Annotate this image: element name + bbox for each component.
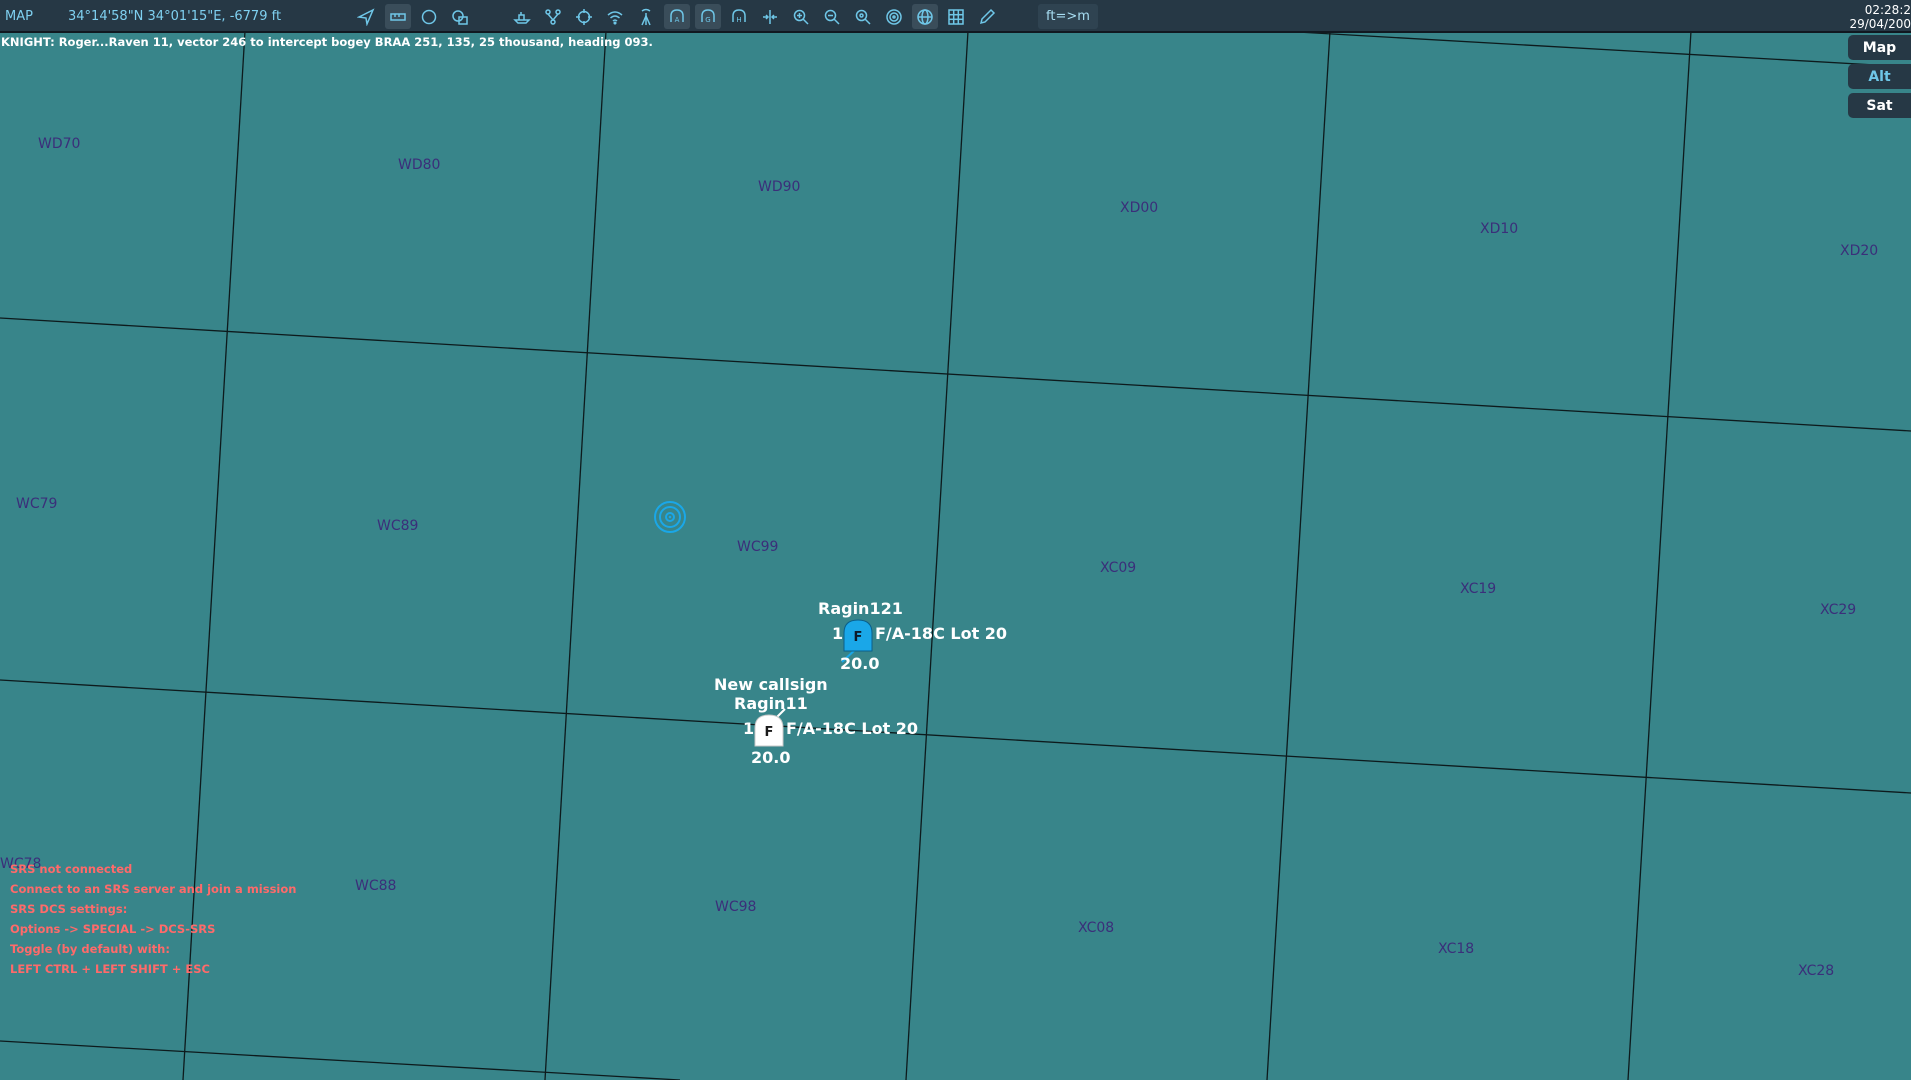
srs-options-line: Options -> SPECIAL -> DCS-SRS	[10, 922, 216, 936]
grid-label-wc99: WC99	[737, 539, 778, 555]
srs-toggle-line: Toggle (by default) with:	[10, 942, 170, 956]
antenna-icon[interactable]	[633, 4, 659, 29]
svg-text:A: A	[675, 16, 680, 24]
unit-ragin121-symbol: F	[854, 630, 863, 645]
grid-label-xd10: XD10	[1480, 221, 1518, 237]
svg-text:H: H	[736, 16, 741, 24]
grid-icon[interactable]	[943, 4, 969, 29]
grid-label-wc79: WC79	[16, 496, 57, 512]
pen-icon[interactable]	[974, 4, 1000, 29]
zoom-out-icon[interactable]	[819, 4, 845, 29]
grid-label-xd00: XD00	[1120, 200, 1158, 216]
clock-date: 29/04/200	[1849, 17, 1911, 31]
grid-label-xc08: XC08	[1078, 920, 1114, 936]
unit-ragin121-type: F/A-18C Lot 20	[875, 624, 1007, 643]
grid-label-xd20: XD20	[1840, 243, 1878, 259]
map-layer-button[interactable]: Map	[1848, 35, 1911, 60]
sat-layer-button[interactable]: Sat	[1848, 93, 1911, 118]
zoom-fit-icon[interactable]	[850, 4, 876, 29]
grid-label-wc88: WC88	[355, 878, 396, 894]
srs-status-line: SRS not connected	[10, 862, 133, 876]
unit-ragin11-type: F/A-18C Lot 20	[786, 719, 918, 738]
grid-label-xc29: XC29	[1820, 602, 1856, 618]
layers-icon[interactable]	[447, 4, 473, 29]
unit-ragin121-altitude: 20.0	[840, 654, 879, 673]
target-icon[interactable]	[881, 4, 907, 29]
grid-label-wd90: WD90	[758, 179, 800, 195]
alt-layer-button[interactable]: Alt	[1848, 64, 1911, 89]
unit-ragin11-symbol: F	[765, 725, 774, 740]
grid-label-wd80: WD80	[398, 157, 440, 173]
navigate-icon[interactable]	[353, 4, 379, 29]
srs-hint-line: Connect to an SRS server and join a miss…	[10, 882, 297, 896]
aircraft-h-icon[interactable]: H	[726, 4, 752, 29]
split-icon[interactable]	[757, 4, 783, 29]
wifi-icon[interactable]	[602, 4, 628, 29]
aircraft-a-icon[interactable]: A	[664, 4, 690, 29]
route-icon[interactable]	[540, 4, 566, 29]
target-marker-icon[interactable]	[654, 501, 686, 533]
circle-icon[interactable]	[416, 4, 442, 29]
ruler-icon[interactable]	[385, 4, 411, 29]
globe-icon[interactable]	[912, 4, 938, 29]
grid-label-wc98: WC98	[715, 899, 756, 915]
clock-time: 02:28:2	[1864, 3, 1911, 17]
grid-label-wc89: WC89	[377, 518, 418, 534]
ship-icon[interactable]	[509, 4, 535, 29]
unit-ragin11-count: 1	[743, 719, 754, 738]
srs-settings-line: SRS DCS settings:	[10, 902, 128, 916]
unit-ragin11-callsign: Ragin11	[734, 694, 808, 713]
unit-ragin11-status: New callsign	[714, 675, 828, 694]
units-toggle-button[interactable]: ft=>m	[1038, 4, 1098, 29]
svg-text:G: G	[705, 16, 710, 24]
grid-label-xc28: XC28	[1798, 963, 1834, 979]
zoom-in-icon[interactable]	[788, 4, 814, 29]
clock: 02:28:2 29/04/200	[1841, 3, 1911, 31]
srs-status-panel: SRS not connected Connect to an SRS serv…	[10, 859, 296, 979]
aircraft-g-icon[interactable]: G	[695, 4, 721, 29]
cursor-coordinates: 34°14'58"N 34°01'15"E, -6779 ft	[68, 9, 282, 24]
mode-label: MAP	[5, 9, 33, 24]
srs-shortcut-line: LEFT CTRL + LEFT SHIFT + ESC	[10, 962, 210, 976]
top-toolbar: MAP 34°14'58"N 34°01'15"E, -6779 ft A G …	[0, 0, 1911, 33]
grid-label-xc18: XC18	[1438, 941, 1474, 957]
grid-label-wd70: WD70	[38, 136, 80, 152]
unit-ragin121-callsign: Ragin121	[818, 599, 903, 618]
awacs-message: KNIGHT: Roger...Raven 11, vector 246 to …	[1, 35, 653, 49]
unit-ragin121-count: 1	[832, 624, 843, 643]
grid-label-xc09: XC09	[1100, 560, 1136, 576]
crosshair-icon[interactable]	[571, 4, 597, 29]
unit-ragin11-altitude: 20.0	[751, 748, 790, 767]
grid-label-xc19: XC19	[1460, 581, 1496, 597]
